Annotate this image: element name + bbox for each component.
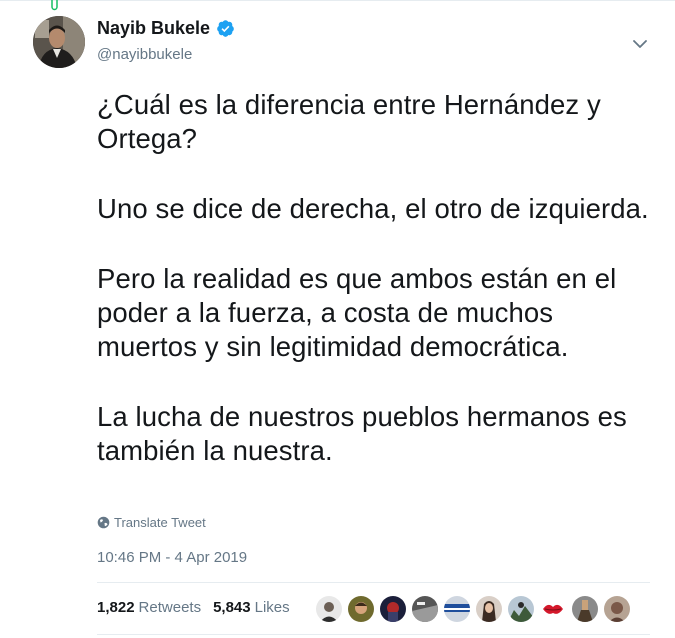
tweet-paragraph: ¿Cuál es la diferencia entre Hernández y… — [97, 89, 601, 154]
liker-avatar[interactable] — [476, 596, 502, 622]
avatar[interactable] — [33, 16, 85, 68]
translate-tweet-link[interactable]: Translate Tweet — [97, 515, 206, 530]
chevron-down-icon[interactable] — [630, 34, 650, 54]
pin-icon — [51, 0, 58, 11]
tweet-text: ¿Cuál es la diferencia entre Hernández y… — [97, 88, 657, 504]
liker-avatar[interactable] — [316, 596, 342, 622]
likes-count: 5,843 — [213, 599, 251, 616]
tweet-stats: 1,822 Retweets 5,843 Likes — [97, 599, 302, 616]
liker-avatars — [316, 596, 636, 622]
retweets-count: 1,822 — [97, 599, 135, 616]
liker-avatar[interactable] — [444, 596, 470, 622]
timestamp[interactable]: 10:46 PM - 4 Apr 2019 — [97, 549, 247, 566]
liker-avatar[interactable] — [572, 596, 598, 622]
top-divider — [0, 0, 675, 1]
divider — [97, 582, 650, 583]
tweet-paragraph: Uno se dice de derecha, el otro de izqui… — [97, 193, 649, 224]
liker-avatar[interactable] — [508, 596, 534, 622]
tweet-paragraph: Pero la realidad es que ambos están en e… — [97, 263, 617, 362]
likes-stat[interactable]: 5,843 Likes — [213, 599, 290, 616]
verified-badge-icon — [217, 20, 234, 37]
retweets-label: Retweets — [138, 599, 202, 616]
translate-label: Translate Tweet — [114, 515, 206, 530]
display-name[interactable]: Nayib Bukele — [97, 18, 210, 39]
liker-avatar[interactable] — [604, 596, 630, 622]
divider — [97, 634, 650, 635]
globe-icon — [97, 516, 110, 529]
retweets-stat[interactable]: 1,822 Retweets — [97, 599, 201, 616]
avatar-image — [33, 16, 85, 68]
liker-avatar[interactable] — [348, 596, 374, 622]
handle[interactable]: @nayibbukele — [97, 46, 192, 63]
likes-label: Likes — [254, 599, 290, 616]
liker-avatar[interactable] — [380, 596, 406, 622]
liker-avatar[interactable] — [540, 596, 566, 622]
liker-avatar[interactable] — [412, 596, 438, 622]
tweet-paragraph: La lucha de nuestros pueblos hermanos es… — [97, 401, 627, 466]
